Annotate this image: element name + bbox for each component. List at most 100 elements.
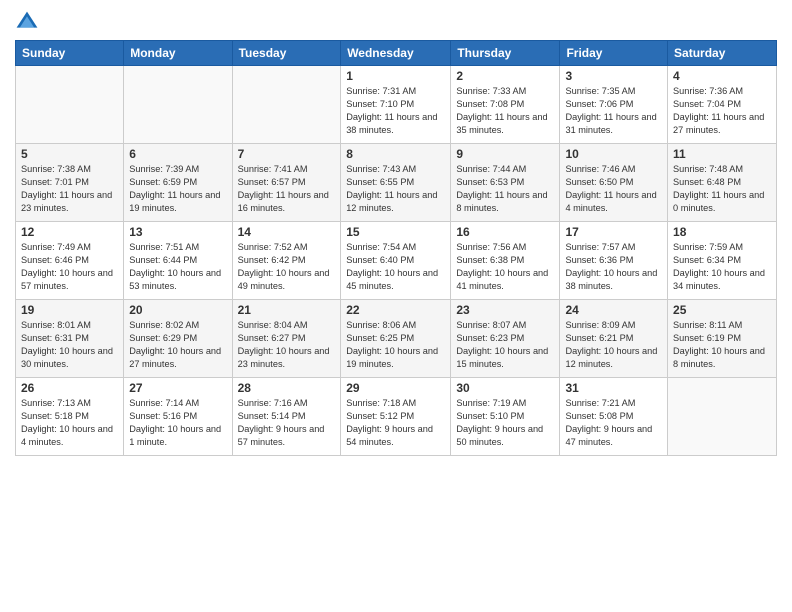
calendar-day-cell: 21 Sunrise: 8:04 AMSunset: 6:27 PMDaylig… <box>232 300 341 378</box>
calendar-day-cell: 13 Sunrise: 7:51 AMSunset: 6:44 PMDaylig… <box>124 222 232 300</box>
calendar-week-row: 19 Sunrise: 8:01 AMSunset: 6:31 PMDaylig… <box>16 300 777 378</box>
day-number: 18 <box>673 225 771 239</box>
col-thursday: Thursday <box>451 41 560 66</box>
day-number: 13 <box>129 225 226 239</box>
col-monday: Monday <box>124 41 232 66</box>
day-number: 29 <box>346 381 445 395</box>
day-number: 9 <box>456 147 554 161</box>
day-number: 19 <box>21 303 118 317</box>
day-info: Sunrise: 7:39 AMSunset: 6:59 PMDaylight:… <box>129 163 226 215</box>
day-info: Sunrise: 7:54 AMSunset: 6:40 PMDaylight:… <box>346 241 445 293</box>
day-number: 28 <box>238 381 336 395</box>
day-info: Sunrise: 7:41 AMSunset: 6:57 PMDaylight:… <box>238 163 336 215</box>
day-number: 23 <box>456 303 554 317</box>
header <box>15 10 777 34</box>
day-number: 1 <box>346 69 445 83</box>
day-info: Sunrise: 7:59 AMSunset: 6:34 PMDaylight:… <box>673 241 771 293</box>
day-number: 22 <box>346 303 445 317</box>
day-info: Sunrise: 8:02 AMSunset: 6:29 PMDaylight:… <box>129 319 226 371</box>
calendar-day-cell: 29 Sunrise: 7:18 AMSunset: 5:12 PMDaylig… <box>341 378 451 456</box>
day-number: 12 <box>21 225 118 239</box>
calendar-week-row: 1 Sunrise: 7:31 AMSunset: 7:10 PMDayligh… <box>16 66 777 144</box>
calendar-day-cell <box>16 66 124 144</box>
day-info: Sunrise: 7:49 AMSunset: 6:46 PMDaylight:… <box>21 241 118 293</box>
day-info: Sunrise: 7:44 AMSunset: 6:53 PMDaylight:… <box>456 163 554 215</box>
calendar-day-cell: 24 Sunrise: 8:09 AMSunset: 6:21 PMDaylig… <box>560 300 668 378</box>
day-number: 11 <box>673 147 771 161</box>
calendar-day-cell: 22 Sunrise: 8:06 AMSunset: 6:25 PMDaylig… <box>341 300 451 378</box>
calendar-header-row: Sunday Monday Tuesday Wednesday Thursday… <box>16 41 777 66</box>
calendar-day-cell: 7 Sunrise: 7:41 AMSunset: 6:57 PMDayligh… <box>232 144 341 222</box>
day-number: 24 <box>565 303 662 317</box>
page: Sunday Monday Tuesday Wednesday Thursday… <box>0 0 792 612</box>
day-info: Sunrise: 7:14 AMSunset: 5:16 PMDaylight:… <box>129 397 226 449</box>
calendar-day-cell: 17 Sunrise: 7:57 AMSunset: 6:36 PMDaylig… <box>560 222 668 300</box>
day-number: 27 <box>129 381 226 395</box>
calendar-day-cell: 5 Sunrise: 7:38 AMSunset: 7:01 PMDayligh… <box>16 144 124 222</box>
calendar-day-cell: 19 Sunrise: 8:01 AMSunset: 6:31 PMDaylig… <box>16 300 124 378</box>
calendar-day-cell: 4 Sunrise: 7:36 AMSunset: 7:04 PMDayligh… <box>668 66 777 144</box>
day-number: 2 <box>456 69 554 83</box>
calendar-day-cell: 18 Sunrise: 7:59 AMSunset: 6:34 PMDaylig… <box>668 222 777 300</box>
day-info: Sunrise: 7:46 AMSunset: 6:50 PMDaylight:… <box>565 163 662 215</box>
calendar-day-cell: 20 Sunrise: 8:02 AMSunset: 6:29 PMDaylig… <box>124 300 232 378</box>
day-info: Sunrise: 7:21 AMSunset: 5:08 PMDaylight:… <box>565 397 662 449</box>
calendar-day-cell: 11 Sunrise: 7:48 AMSunset: 6:48 PMDaylig… <box>668 144 777 222</box>
col-friday: Friday <box>560 41 668 66</box>
day-number: 31 <box>565 381 662 395</box>
day-number: 14 <box>238 225 336 239</box>
day-info: Sunrise: 7:52 AMSunset: 6:42 PMDaylight:… <box>238 241 336 293</box>
day-info: Sunrise: 8:09 AMSunset: 6:21 PMDaylight:… <box>565 319 662 371</box>
calendar-day-cell <box>124 66 232 144</box>
day-info: Sunrise: 7:38 AMSunset: 7:01 PMDaylight:… <box>21 163 118 215</box>
col-saturday: Saturday <box>668 41 777 66</box>
day-info: Sunrise: 8:06 AMSunset: 6:25 PMDaylight:… <box>346 319 445 371</box>
day-number: 16 <box>456 225 554 239</box>
day-info: Sunrise: 7:18 AMSunset: 5:12 PMDaylight:… <box>346 397 445 449</box>
day-number: 25 <box>673 303 771 317</box>
calendar-day-cell: 27 Sunrise: 7:14 AMSunset: 5:16 PMDaylig… <box>124 378 232 456</box>
day-number: 21 <box>238 303 336 317</box>
calendar-day-cell: 9 Sunrise: 7:44 AMSunset: 6:53 PMDayligh… <box>451 144 560 222</box>
col-tuesday: Tuesday <box>232 41 341 66</box>
day-info: Sunrise: 7:16 AMSunset: 5:14 PMDaylight:… <box>238 397 336 449</box>
day-number: 7 <box>238 147 336 161</box>
calendar-day-cell: 1 Sunrise: 7:31 AMSunset: 7:10 PMDayligh… <box>341 66 451 144</box>
day-info: Sunrise: 7:19 AMSunset: 5:10 PMDaylight:… <box>456 397 554 449</box>
day-number: 6 <box>129 147 226 161</box>
calendar-day-cell: 14 Sunrise: 7:52 AMSunset: 6:42 PMDaylig… <box>232 222 341 300</box>
day-info: Sunrise: 7:43 AMSunset: 6:55 PMDaylight:… <box>346 163 445 215</box>
day-info: Sunrise: 7:48 AMSunset: 6:48 PMDaylight:… <box>673 163 771 215</box>
day-number: 10 <box>565 147 662 161</box>
day-info: Sunrise: 7:51 AMSunset: 6:44 PMDaylight:… <box>129 241 226 293</box>
calendar-day-cell: 16 Sunrise: 7:56 AMSunset: 6:38 PMDaylig… <box>451 222 560 300</box>
day-info: Sunrise: 8:07 AMSunset: 6:23 PMDaylight:… <box>456 319 554 371</box>
calendar-day-cell: 25 Sunrise: 8:11 AMSunset: 6:19 PMDaylig… <box>668 300 777 378</box>
day-number: 26 <box>21 381 118 395</box>
day-info: Sunrise: 8:01 AMSunset: 6:31 PMDaylight:… <box>21 319 118 371</box>
day-number: 8 <box>346 147 445 161</box>
day-number: 15 <box>346 225 445 239</box>
calendar-day-cell: 2 Sunrise: 7:33 AMSunset: 7:08 PMDayligh… <box>451 66 560 144</box>
calendar-day-cell: 8 Sunrise: 7:43 AMSunset: 6:55 PMDayligh… <box>341 144 451 222</box>
day-info: Sunrise: 7:57 AMSunset: 6:36 PMDaylight:… <box>565 241 662 293</box>
day-info: Sunrise: 7:56 AMSunset: 6:38 PMDaylight:… <box>456 241 554 293</box>
col-sunday: Sunday <box>16 41 124 66</box>
calendar-week-row: 12 Sunrise: 7:49 AMSunset: 6:46 PMDaylig… <box>16 222 777 300</box>
day-number: 20 <box>129 303 226 317</box>
day-info: Sunrise: 7:33 AMSunset: 7:08 PMDaylight:… <box>456 85 554 137</box>
calendar-day-cell: 6 Sunrise: 7:39 AMSunset: 6:59 PMDayligh… <box>124 144 232 222</box>
col-wednesday: Wednesday <box>341 41 451 66</box>
calendar-day-cell <box>232 66 341 144</box>
day-number: 17 <box>565 225 662 239</box>
calendar-day-cell: 23 Sunrise: 8:07 AMSunset: 6:23 PMDaylig… <box>451 300 560 378</box>
day-info: Sunrise: 8:04 AMSunset: 6:27 PMDaylight:… <box>238 319 336 371</box>
logo <box>15 10 43 34</box>
calendar-week-row: 26 Sunrise: 7:13 AMSunset: 5:18 PMDaylig… <box>16 378 777 456</box>
day-number: 3 <box>565 69 662 83</box>
day-info: Sunrise: 7:35 AMSunset: 7:06 PMDaylight:… <box>565 85 662 137</box>
day-info: Sunrise: 7:13 AMSunset: 5:18 PMDaylight:… <box>21 397 118 449</box>
day-info: Sunrise: 7:36 AMSunset: 7:04 PMDaylight:… <box>673 85 771 137</box>
day-number: 4 <box>673 69 771 83</box>
calendar-table: Sunday Monday Tuesday Wednesday Thursday… <box>15 40 777 456</box>
